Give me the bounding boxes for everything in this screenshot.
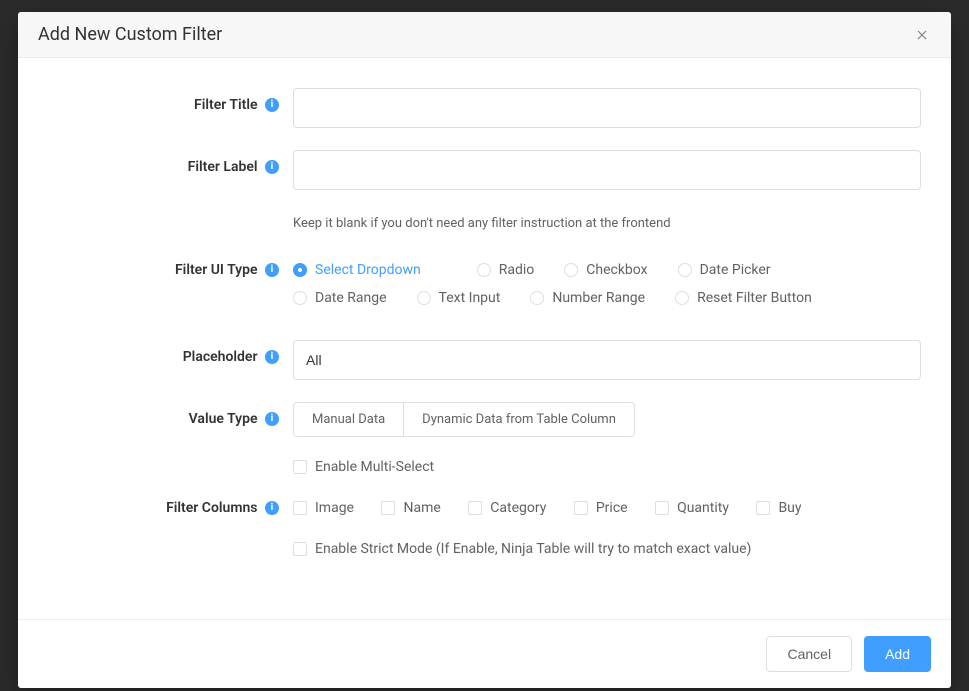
add-button[interactable]: Add — [864, 636, 931, 672]
modal-title: Add New Custom Filter — [38, 24, 222, 45]
label-filter-label: Filter Label i — [48, 150, 293, 175]
checkbox-col-buy[interactable]: Buy — [756, 500, 801, 516]
checkbox-col-price[interactable]: Price — [574, 500, 628, 516]
placeholder-input[interactable] — [293, 340, 921, 380]
row-placeholder: Placeholder i — [48, 340, 921, 380]
checkbox-strict-mode[interactable]: Enable Strict Mode (If Enable, Ninja Tab… — [293, 541, 751, 557]
row-strict-mode: Enable Strict Mode (If Enable, Ninja Tab… — [48, 541, 921, 560]
seg-dynamic-data[interactable]: Dynamic Data from Table Column — [404, 403, 634, 436]
filter-ui-type-radio-group: Select Dropdown Radio Checkbox Date — [293, 253, 921, 318]
radio-icon — [293, 263, 307, 277]
radio-number-range[interactable]: Number Range — [530, 290, 645, 306]
label-filter-ui-type: Filter UI Type i — [48, 253, 293, 278]
radio-icon — [564, 263, 578, 277]
close-button[interactable] — [913, 26, 931, 44]
row-multi-select: Enable Multi-Select — [48, 459, 921, 478]
info-icon[interactable]: i — [265, 98, 279, 112]
radio-icon — [293, 291, 307, 305]
row-filter-columns: Filter Columns i Image Name Category — [48, 500, 921, 519]
modal-footer: Cancel Add — [18, 619, 951, 688]
checkbox-col-image[interactable]: Image — [293, 500, 354, 516]
checkbox-icon — [468, 501, 482, 515]
checkbox-icon — [574, 501, 588, 515]
checkbox-icon — [756, 501, 770, 515]
radio-icon — [417, 291, 431, 305]
info-icon[interactable]: i — [265, 412, 279, 426]
checkbox-col-category[interactable]: Category — [468, 500, 546, 516]
label-value-type: Value Type i — [48, 402, 293, 427]
radio-icon — [477, 263, 491, 277]
radio-date-range[interactable]: Date Range — [293, 290, 387, 306]
checkbox-enable-multi-select[interactable]: Enable Multi-Select — [293, 459, 434, 475]
radio-radio[interactable]: Radio — [477, 262, 535, 278]
checkbox-icon — [293, 501, 307, 515]
row-value-type: Value Type i Manual Data Dynamic Data fr… — [48, 402, 921, 437]
filter-title-input[interactable] — [293, 88, 921, 128]
radio-icon — [530, 291, 544, 305]
filter-label-input[interactable] — [293, 150, 921, 190]
label-filter-columns: Filter Columns i — [48, 500, 293, 516]
value-type-segmented-control: Manual Data Dynamic Data from Table Colu… — [293, 402, 635, 437]
row-filter-label: Filter Label i Keep it blank if you don'… — [48, 150, 921, 231]
info-icon[interactable]: i — [265, 160, 279, 174]
radio-icon — [678, 263, 692, 277]
info-icon[interactable]: i — [265, 350, 279, 364]
radio-reset-filter-button[interactable]: Reset Filter Button — [675, 290, 812, 306]
modal-header: Add New Custom Filter — [18, 12, 951, 58]
checkbox-col-quantity[interactable]: Quantity — [655, 500, 729, 516]
custom-filter-modal: Add New Custom Filter Filter Title i — [18, 12, 951, 688]
row-filter-ui-type: Filter UI Type i Select Dropdown Radio — [48, 253, 921, 318]
label-filter-title: Filter Title i — [48, 88, 293, 113]
radio-date-picker[interactable]: Date Picker — [678, 262, 771, 278]
checkbox-icon — [655, 501, 669, 515]
label-placeholder: Placeholder i — [48, 340, 293, 365]
checkbox-icon — [381, 501, 395, 515]
info-icon[interactable]: i — [265, 501, 279, 515]
checkbox-col-name[interactable]: Name — [381, 500, 440, 516]
modal-body: Filter Title i Filter Label i Keep it bl… — [18, 58, 951, 619]
checkbox-icon — [293, 460, 307, 474]
checkbox-icon — [293, 542, 307, 556]
modal-backdrop: Add New Custom Filter Filter Title i — [0, 0, 969, 691]
seg-manual-data[interactable]: Manual Data — [294, 403, 404, 436]
row-filter-title: Filter Title i — [48, 88, 921, 128]
radio-select-dropdown[interactable]: Select Dropdown — [293, 262, 421, 278]
close-icon — [915, 28, 929, 42]
cancel-button[interactable]: Cancel — [766, 636, 852, 672]
filter-label-help: Keep it blank if you don't need any filt… — [293, 216, 921, 231]
radio-checkbox[interactable]: Checkbox — [564, 262, 647, 278]
radio-icon — [675, 291, 689, 305]
radio-text-input[interactable]: Text Input — [417, 290, 501, 306]
info-icon[interactable]: i — [265, 263, 279, 277]
